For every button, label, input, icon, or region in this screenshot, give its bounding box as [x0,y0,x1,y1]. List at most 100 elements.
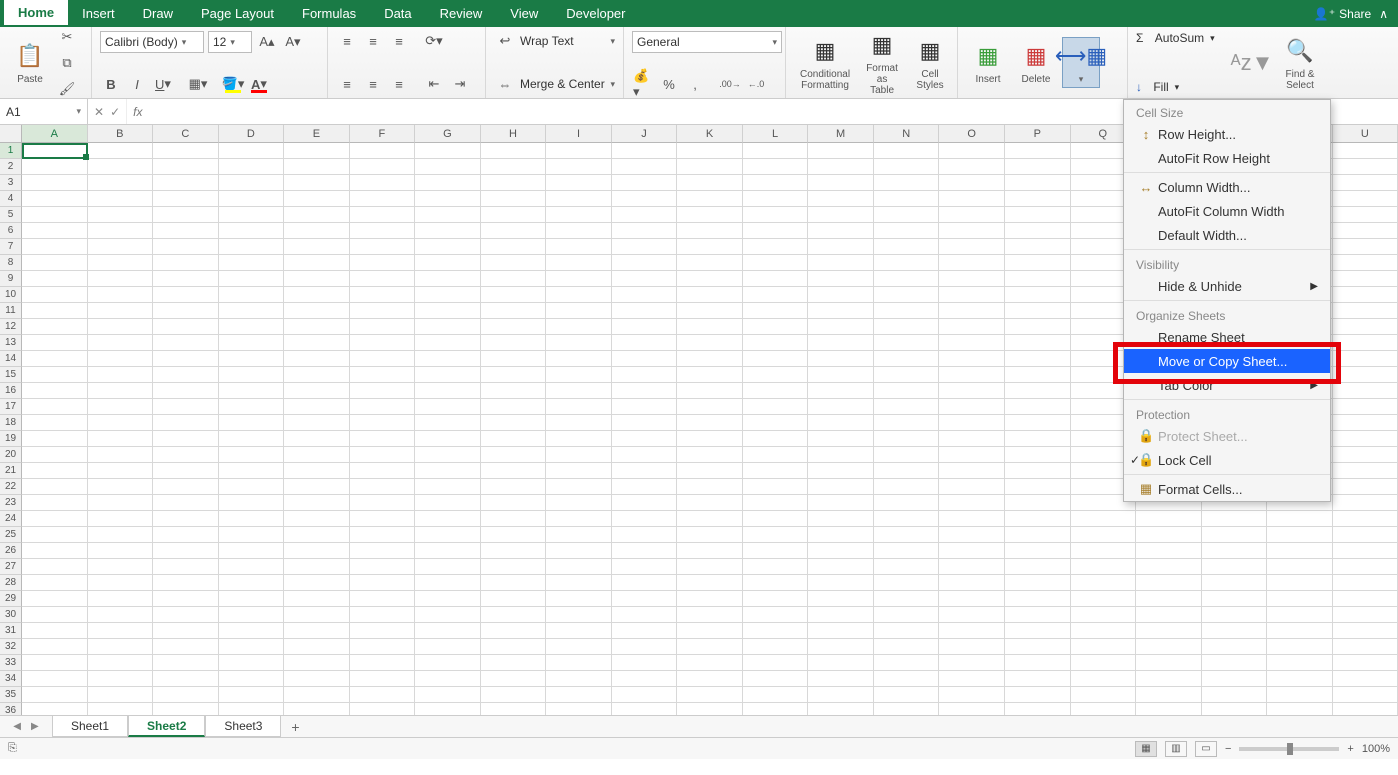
ribbon-tab-formulas[interactable]: Formulas [288,0,370,27]
cell[interactable] [677,159,743,175]
cell[interactable] [546,623,612,639]
cell[interactable] [153,143,219,159]
cell[interactable] [350,671,416,687]
cell[interactable] [88,351,154,367]
cell[interactable] [22,383,88,399]
cell[interactable] [284,687,350,703]
cell[interactable] [219,463,285,479]
cell[interactable] [153,191,219,207]
cell[interactable] [350,367,416,383]
cell[interactable] [153,703,219,715]
cell[interactable] [350,255,416,271]
cell[interactable] [481,415,547,431]
cell[interactable] [874,463,940,479]
column-header[interactable]: U [1333,125,1398,143]
cell[interactable] [808,367,874,383]
cell[interactable] [415,415,481,431]
cell[interactable] [284,527,350,543]
cell[interactable] [88,223,154,239]
cell[interactable] [612,543,678,559]
cell[interactable] [153,319,219,335]
cell[interactable] [153,383,219,399]
cell[interactable] [153,623,219,639]
cell[interactable] [677,431,743,447]
cell[interactable] [808,607,874,623]
cell[interactable] [219,287,285,303]
cell[interactable] [1202,527,1268,543]
cell[interactable] [22,671,88,687]
cell[interactable] [546,159,612,175]
cell[interactable] [612,463,678,479]
cell[interactable] [481,575,547,591]
cell[interactable] [677,239,743,255]
cell[interactable] [219,623,285,639]
cell[interactable] [1005,223,1071,239]
cell[interactable] [808,239,874,255]
cell[interactable] [88,543,154,559]
column-header[interactable]: A [22,125,88,143]
cell[interactable] [350,399,416,415]
cell[interactable] [874,303,940,319]
font-name-combo[interactable]: Calibri (Body)▾ [100,31,204,53]
cell[interactable] [153,415,219,431]
cell[interactable] [874,447,940,463]
cell[interactable] [1267,559,1333,575]
cell[interactable] [481,287,547,303]
cell[interactable] [808,479,874,495]
cell[interactable] [1071,671,1137,687]
column-header[interactable]: I [546,125,612,143]
cell[interactable] [1333,351,1398,367]
cell[interactable] [415,239,481,255]
cell[interactable] [88,463,154,479]
menu-format-cells[interactable]: ▦Format Cells... [1124,477,1330,501]
cell[interactable] [1005,351,1071,367]
cell[interactable] [1071,623,1137,639]
cell[interactable] [219,191,285,207]
cell[interactable] [22,575,88,591]
cell[interactable] [1202,703,1268,715]
cancel-formula-icon[interactable]: ✕ [94,105,104,119]
percent-icon[interactable]: % [658,74,680,94]
cell[interactable] [350,431,416,447]
cell[interactable] [939,191,1005,207]
cell[interactable] [808,319,874,335]
cell[interactable] [874,383,940,399]
row-header[interactable]: 11 [0,303,22,319]
share-button[interactable]: 👤⁺ Share [1314,7,1371,21]
cell[interactable] [1136,671,1202,687]
cell[interactable] [1333,287,1398,303]
cell[interactable] [88,415,154,431]
cell[interactable] [481,671,547,687]
cell[interactable] [808,335,874,351]
cell[interactable] [546,447,612,463]
cell[interactable] [1333,367,1398,383]
cell[interactable] [808,527,874,543]
cell[interactable] [153,639,219,655]
number-format-combo[interactable]: General▾ [632,31,782,53]
cell[interactable] [350,271,416,287]
cell[interactable] [808,687,874,703]
row-header[interactable]: 24 [0,511,22,527]
row-header[interactable]: 33 [0,655,22,671]
cell[interactable] [874,431,940,447]
cell[interactable] [677,591,743,607]
cell[interactable] [546,383,612,399]
cell[interactable] [481,431,547,447]
column-header[interactable]: N [874,125,940,143]
cell[interactable] [415,511,481,527]
cell[interactable] [153,255,219,271]
cell[interactable] [481,191,547,207]
row-header[interactable]: 35 [0,687,22,703]
cell[interactable] [612,623,678,639]
cell[interactable] [546,351,612,367]
cell[interactable] [874,287,940,303]
cell[interactable] [219,575,285,591]
cell[interactable] [874,175,940,191]
cell[interactable] [1333,319,1398,335]
cell[interactable] [88,207,154,223]
cell[interactable] [219,687,285,703]
cell[interactable] [1333,463,1398,479]
align-middle-icon[interactable]: ≡ [362,31,384,51]
cell[interactable] [153,527,219,543]
delete-cells-button[interactable]: ▦Delete [1014,38,1058,87]
